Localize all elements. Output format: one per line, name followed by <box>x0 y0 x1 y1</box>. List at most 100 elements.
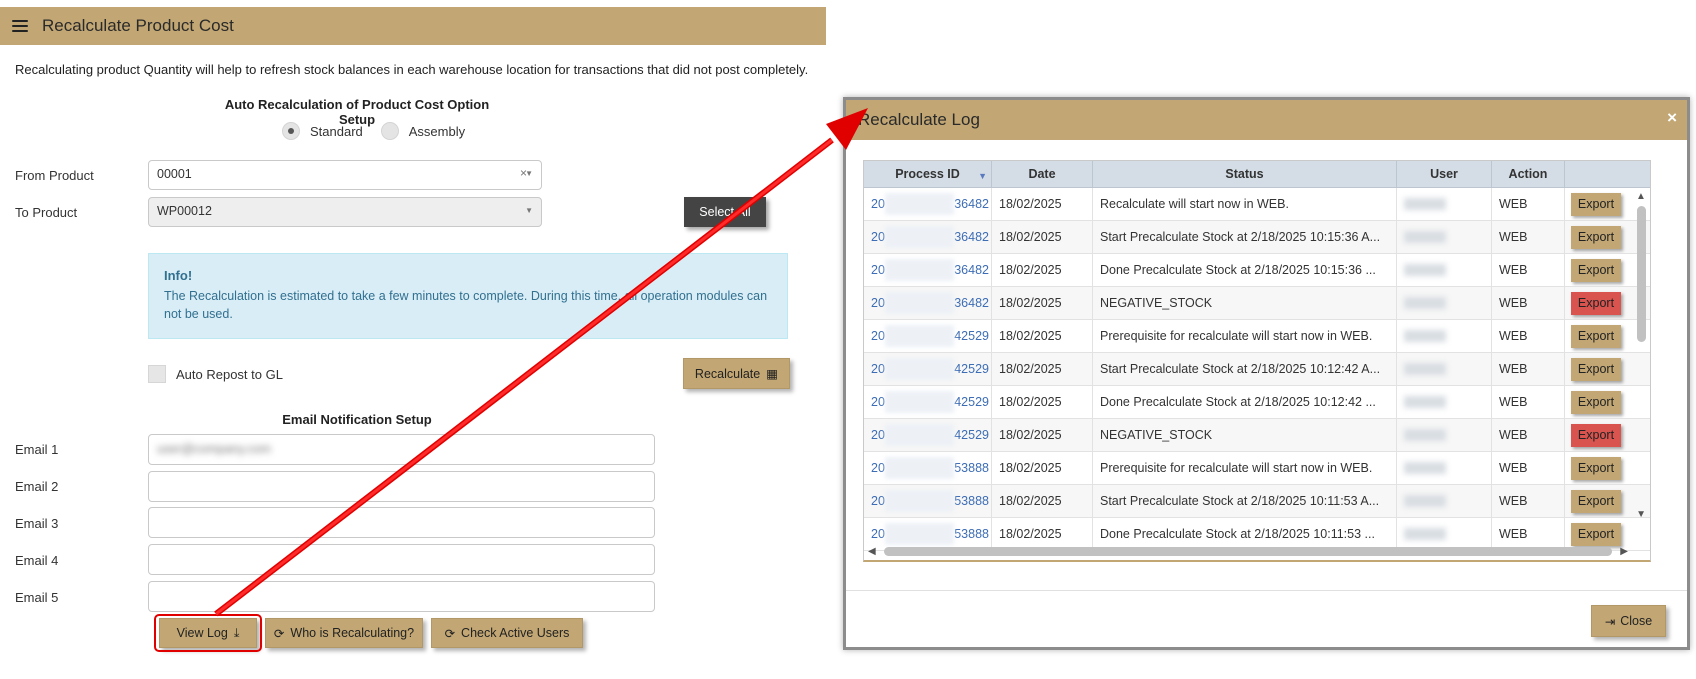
table-row[interactable]: 20 42529 18/02/2025 Start Precalculate Stoc… <box>864 353 1650 386</box>
vertical-scrollbar[interactable]: ▲ <box>1634 191 1648 531</box>
action-cell: WEB <box>1492 386 1565 418</box>
action-cell: WEB <box>1492 320 1565 352</box>
col-date[interactable]: Date <box>992 161 1093 187</box>
table-row[interactable]: 20 36482 18/02/2025 Recalculate will start … <box>864 188 1650 221</box>
user-cell <box>1397 254 1492 286</box>
recalculate-button[interactable]: Recalculate ▦ <box>683 358 790 389</box>
date-cell: 18/02/2025 <box>992 254 1093 286</box>
user-redacted <box>1404 462 1446 474</box>
process-id-redacted <box>884 292 955 314</box>
hamburger-menu-icon[interactable] <box>12 20 28 32</box>
standard-radio-label: Standard <box>310 123 363 139</box>
table-row[interactable]: 20 36482 18/02/2025 Done Precalculate Stock… <box>864 254 1650 287</box>
email-2-field[interactable] <box>148 471 655 502</box>
export-button[interactable]: Export <box>1571 357 1621 381</box>
export-button[interactable]: Export <box>1571 522 1621 546</box>
info-text: The Recalculation is estimated to take a… <box>164 289 768 321</box>
close-icon[interactable]: × <box>1667 108 1677 128</box>
close-button-label: Close <box>1620 614 1653 628</box>
scroll-down-icon[interactable]: ▼ <box>1636 509 1646 520</box>
select-all-button[interactable]: Select All <box>684 197 766 227</box>
user-cell <box>1397 320 1492 352</box>
table-row[interactable]: 20 36482 18/02/2025 NEGATIVE_STOCK WEB Export <box>864 287 1650 320</box>
table-row[interactable]: 20 53888 18/02/2025 Prerequisite for recalc… <box>864 452 1650 485</box>
export-button[interactable]: Export <box>1571 225 1621 249</box>
date-cell: 18/02/2025 <box>992 419 1093 451</box>
export-button[interactable]: Export <box>1571 456 1621 480</box>
process-id-cell[interactable]: 20 42529 <box>864 386 992 418</box>
process-id-redacted <box>884 457 955 479</box>
date-cell: 18/02/2025 <box>992 452 1093 484</box>
email-3-field[interactable] <box>148 507 655 538</box>
process-id-cell[interactable]: 20 36482 <box>864 221 992 253</box>
user-cell <box>1397 419 1492 451</box>
process-id-prefix: 20 <box>871 263 885 277</box>
view-log-highlight <box>154 614 262 652</box>
from-product-select[interactable]: 00001 × ▼ <box>148 160 542 190</box>
export-button[interactable]: Export <box>1571 390 1621 414</box>
standard-radio[interactable] <box>282 122 300 140</box>
to-product-select[interactable]: WP00012 ▼ <box>148 197 542 227</box>
table-row[interactable]: 20 53888 18/02/2025 Start Precalculate Stoc… <box>864 485 1650 518</box>
refresh-icon: ⟳ <box>273 626 285 641</box>
horizontal-scrollbar[interactable]: ◀ ▶ <box>868 544 1628 558</box>
scrollbar-thumb[interactable] <box>883 546 1613 556</box>
email-1-field[interactable]: user@company.com <box>148 434 655 465</box>
table-row[interactable]: 20 42529 18/02/2025 NEGATIVE_STOCK WEB Export <box>864 419 1650 452</box>
process-id-cell[interactable]: 20 36482 <box>864 287 992 319</box>
email-5-field[interactable] <box>148 581 655 612</box>
log-grid: Process ID ▼ Date Status User Action 20 3… <box>863 160 1651 562</box>
col-user[interactable]: User <box>1397 161 1492 187</box>
auto-repost-label: Auto Repost to GL <box>176 367 283 382</box>
sort-descending-icon[interactable]: ▼ <box>978 171 987 181</box>
scroll-right-icon[interactable]: ▶ <box>1620 546 1628 557</box>
scrollbar-thumb[interactable] <box>1636 206 1646 342</box>
close-button[interactable]: ⇥ Close <box>1591 605 1666 637</box>
email-4-field[interactable] <box>148 544 655 575</box>
page-title: Recalculate Product Cost <box>42 16 234 35</box>
user-cell <box>1397 221 1492 253</box>
process-id-cell[interactable]: 20 42529 <box>864 419 992 451</box>
process-id-cell[interactable]: 20 42529 <box>864 353 992 385</box>
process-id-cell[interactable]: 20 53888 <box>864 485 992 517</box>
table-row[interactable]: 20 42529 18/02/2025 Done Precalculate Stock… <box>864 386 1650 419</box>
assembly-radio[interactable] <box>380 122 399 140</box>
export-button[interactable]: Export <box>1571 192 1621 216</box>
option-radio-group: Standard Assembly <box>282 122 483 140</box>
check-active-users-button[interactable]: ⟳ Check Active Users <box>431 618 583 648</box>
export-button[interactable]: Export <box>1571 489 1621 513</box>
exit-icon: ⇥ <box>1604 614 1616 629</box>
export-button[interactable]: Export <box>1571 291 1621 315</box>
auto-repost-checkbox[interactable] <box>148 365 166 383</box>
user-cell <box>1397 452 1492 484</box>
export-button[interactable]: Export <box>1571 423 1621 447</box>
email-2-label: Email 2 <box>15 479 59 494</box>
col-action[interactable]: Action <box>1492 161 1565 187</box>
scroll-up-icon[interactable]: ▲ <box>1634 191 1648 202</box>
status-cell: Start Precalculate Stock at 2/18/2025 10… <box>1093 353 1397 385</box>
action-cell: WEB <box>1492 353 1565 385</box>
col-action-label: Action <box>1508 167 1548 181</box>
date-cell: 18/02/2025 <box>992 287 1093 319</box>
grid-body: 20 36482 18/02/2025 Recalculate will start … <box>864 188 1650 551</box>
user-cell <box>1397 386 1492 418</box>
process-id-cell[interactable]: 20 42529 <box>864 320 992 352</box>
process-id-prefix: 20 <box>871 329 885 343</box>
process-id-cell[interactable]: 20 53888 <box>864 452 992 484</box>
chevron-down-icon[interactable]: ▼ <box>525 169 533 178</box>
date-cell: 18/02/2025 <box>992 188 1093 220</box>
process-id-redacted <box>884 325 955 347</box>
scroll-left-icon[interactable]: ◀ <box>868 546 876 557</box>
process-id-redacted <box>884 358 955 380</box>
process-id-cell[interactable]: 20 36482 <box>864 254 992 286</box>
col-process-id[interactable]: Process ID ▼ <box>864 161 992 187</box>
who-is-recalculating-button[interactable]: ⟳ Who is Recalculating? <box>265 618 423 648</box>
table-row[interactable]: 20 42529 18/02/2025 Prerequisite for recalc… <box>864 320 1650 353</box>
export-button[interactable]: Export <box>1571 324 1621 348</box>
process-id-cell[interactable]: 20 36482 <box>864 188 992 220</box>
export-button[interactable]: Export <box>1571 258 1621 282</box>
col-status[interactable]: Status <box>1093 161 1397 187</box>
table-row[interactable]: 20 36482 18/02/2025 Start Precalculate Stoc… <box>864 221 1650 254</box>
user-redacted <box>1404 495 1446 507</box>
chevron-down-icon[interactable]: ▼ <box>525 206 533 215</box>
